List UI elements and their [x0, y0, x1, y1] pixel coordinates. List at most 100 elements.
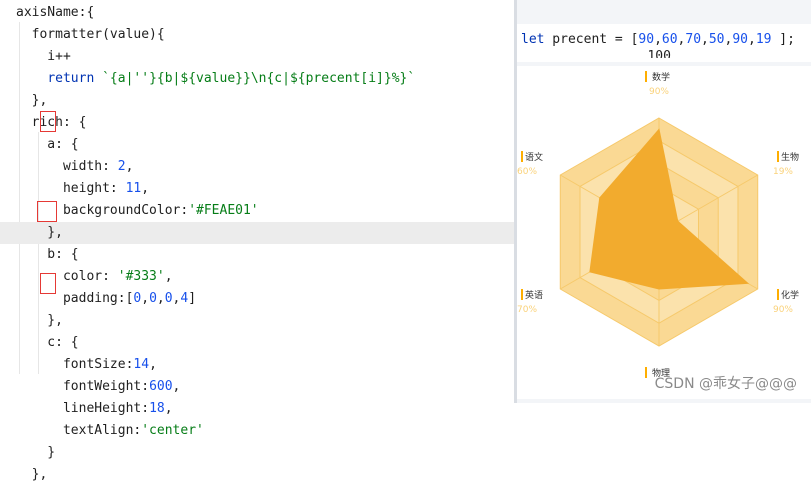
code-token: height: [16, 181, 126, 196]
code-token: '#FEAE01' [188, 203, 259, 218]
code-token: , [164, 269, 173, 284]
code-token: 'center' [141, 423, 204, 438]
axis-label-marker [777, 151, 779, 162]
code-token: 2 [117, 159, 126, 174]
code-token: , [141, 181, 150, 196]
code-token: color: [16, 269, 118, 284]
snippet-token: 60 [661, 32, 678, 47]
code-token: , [172, 379, 181, 394]
snippet-token: 90 [638, 32, 655, 47]
code-token: return [47, 71, 95, 86]
code-token: 18 [149, 401, 165, 416]
code-line[interactable]: rich: { [0, 112, 530, 134]
code-token: lineHeight: [16, 401, 150, 416]
code-line[interactable]: }, [0, 90, 530, 112]
snippet-clipped-line: ... 100 [577, 50, 671, 58]
code-line[interactable]: padding:[0,0,0,4] [0, 288, 530, 310]
axis-label-name: 生物 [781, 151, 799, 163]
code-token: , [164, 401, 173, 416]
code-line[interactable]: }, [0, 464, 530, 486]
code-token: , [149, 357, 157, 372]
code-line[interactable]: width: 2, [0, 156, 530, 178]
code-line[interactable]: formatter(value){ [0, 24, 530, 46]
code-token: }, [16, 313, 63, 328]
axis-label-percent: 19% [773, 167, 793, 177]
snippet-token: let [521, 32, 545, 47]
code-token: textAlign: [16, 423, 142, 438]
axis-label-percent: 90% [649, 87, 669, 97]
code-line[interactable]: }, [0, 310, 530, 332]
code-token: i++ [16, 49, 71, 64]
snippet-token: precent = [ [544, 32, 639, 47]
code-line[interactable]: backgroundColor:'#FEAE01' [0, 200, 530, 222]
code-token: 11 [125, 181, 142, 196]
code-token: a: { [16, 137, 79, 152]
axis-label-marker [521, 289, 523, 300]
code-token: }, [16, 467, 48, 482]
code-token: `{a|''}{b|${value}}\n{c|${precent[i]}%}` [102, 71, 416, 86]
code-line[interactable]: return `{a|''}{b|${value}}\n{c|${precent… [0, 68, 530, 90]
code-token: 0 [164, 291, 173, 306]
snippet-token: , [654, 32, 662, 47]
code-line[interactable]: b: { [0, 244, 530, 266]
snippet-token: , [701, 32, 709, 47]
code-token: , [141, 291, 150, 306]
code-line[interactable]: c: { [0, 332, 530, 354]
axis-label-marker [645, 367, 647, 378]
preview-pane: let precent = [90,60,70,50,90,19 ]; ... … [517, 0, 811, 403]
code-token: axisName:{ [16, 5, 95, 20]
code-token: fontWeight: [16, 379, 150, 394]
radar-chart-panel: 数学 90% 生物 19% 化学 90% 物理 英语 70% 语文 60% [517, 66, 811, 399]
code-editor-pane[interactable]: axisName:{ formatter(value){ i++ return … [0, 0, 530, 482]
code-token: , [156, 291, 165, 306]
code-line[interactable]: color: '#333', [0, 266, 530, 288]
radar-chart: 数学90%生物19%化学90%物理英语70%语文60% [517, 71, 799, 379]
code-line[interactable]: i++ [0, 46, 530, 68]
code-token: formatter(value){ [16, 27, 165, 42]
code-line[interactable]: a: { [0, 134, 530, 156]
code-token: b: { [16, 247, 79, 262]
code-token: 14 [133, 357, 150, 372]
axis-label-percent: 60% [517, 167, 537, 177]
axis-label-name: 数学 [652, 71, 670, 83]
snippet-token: 90 [732, 32, 748, 47]
code-line[interactable]: lineHeight:18, [0, 398, 530, 420]
code-token: 600 [149, 379, 173, 394]
code-token: '#333' [117, 269, 165, 284]
key-c-highlight-box [40, 273, 56, 294]
axis-label-percent: 90% [773, 305, 793, 315]
axis-label-marker [777, 289, 779, 300]
code-line[interactable]: fontWeight:600, [0, 376, 530, 398]
axis-label-marker [645, 71, 647, 82]
snippet-token: ]; [771, 32, 795, 47]
code-token: width: [16, 159, 118, 174]
code-line[interactable]: height: 11, [0, 178, 530, 200]
code-line[interactable]: fontSize:14, [0, 354, 530, 376]
key-b-highlight-box [37, 201, 57, 222]
code-line[interactable]: textAlign:'center' [0, 420, 530, 442]
key-a-highlight-box [40, 111, 56, 132]
code-line[interactable]: } [0, 442, 530, 464]
code-token: }, [16, 225, 63, 240]
axis-label-marker [521, 151, 523, 162]
snippet-code-text: let precent = [90,60,70,50,90,19 ]; [521, 31, 795, 49]
code-line[interactable]: axisName:{ [0, 2, 530, 24]
snippet-token: 50 [708, 32, 725, 47]
axis-label-name: 语文 [525, 151, 543, 163]
snippet-token: , [748, 32, 756, 47]
code-token: 0 [149, 291, 157, 306]
code-token: , [125, 159, 134, 174]
axis-label-name: 英语 [525, 289, 543, 301]
watermark-text: CSDN @乖女子@@@ [654, 376, 797, 392]
code-token: }, [16, 93, 48, 108]
snippet-token: 19 [755, 32, 772, 47]
axis-label-name: 化学 [781, 289, 799, 301]
code-token: fontSize: [16, 357, 134, 372]
code-token: } [16, 445, 56, 460]
axis-label-percent: 70% [517, 305, 537, 315]
code-line[interactable]: }, [0, 222, 530, 244]
code-token: c: { [16, 335, 79, 350]
snippet-token: 70 [685, 32, 702, 47]
